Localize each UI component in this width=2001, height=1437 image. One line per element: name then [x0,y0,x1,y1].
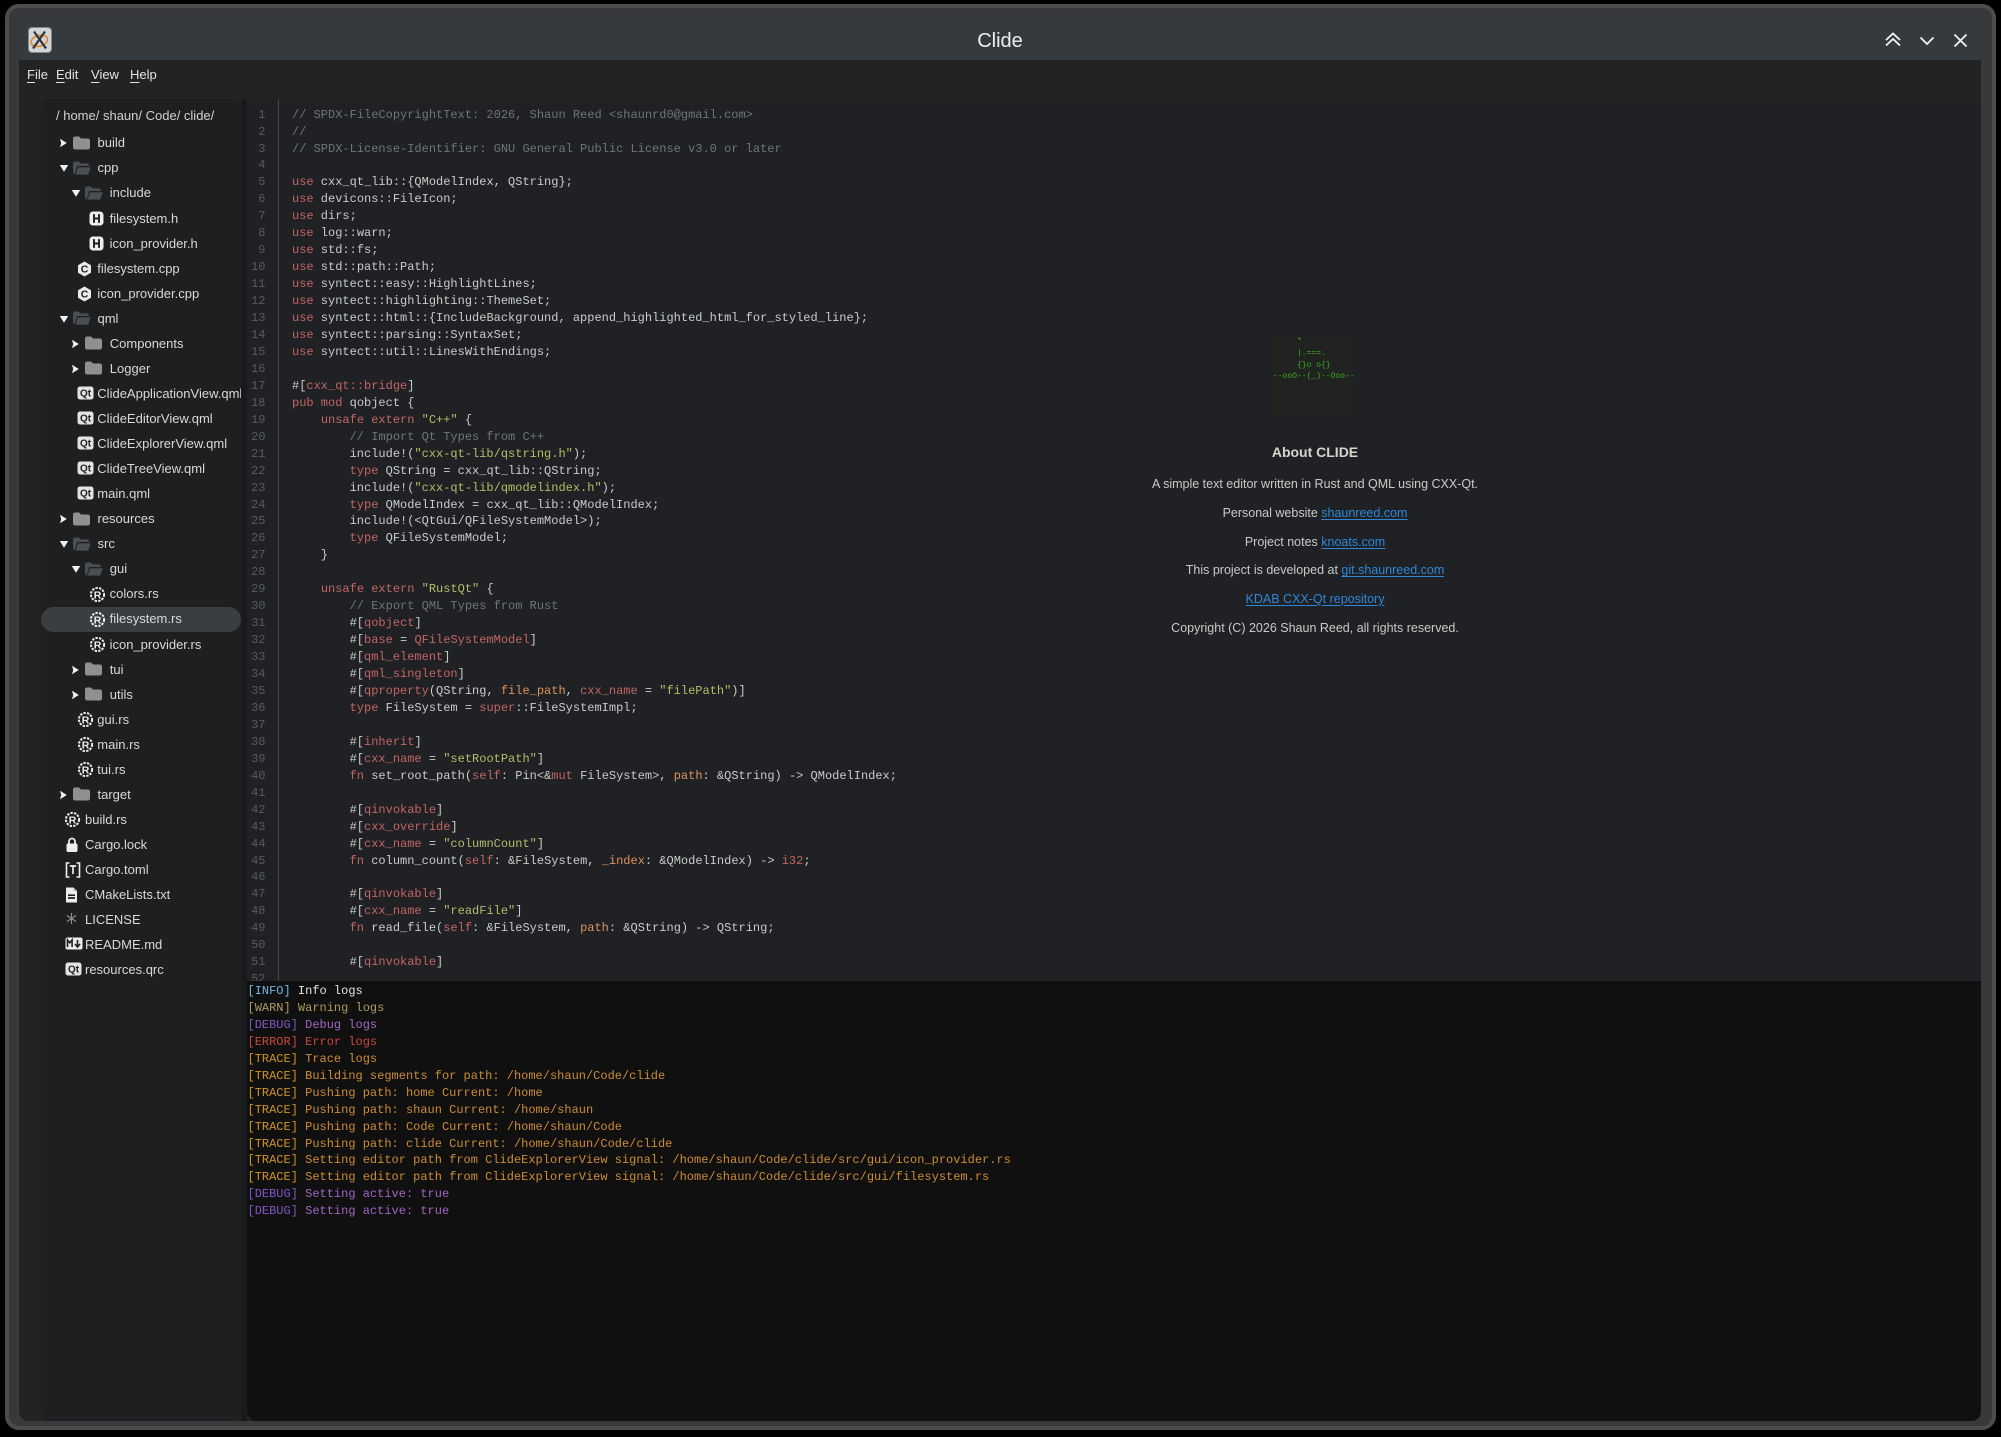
svg-text:Qt: Qt [80,389,92,400]
svg-text:R: R [94,589,102,601]
svg-text:R: R [81,765,89,777]
svg-text:Qt: Qt [80,489,92,500]
svg-text:C: C [81,288,89,300]
svg-text:Qt: Qt [80,439,92,450]
svg-text:Qt: Qt [80,464,92,475]
svg-text:R: R [81,739,89,751]
svg-text:Qt: Qt [80,414,92,425]
svg-text:R: R [94,614,102,626]
svg-text:R: R [81,714,89,726]
svg-text:Qt: Qt [68,965,80,976]
svg-text:C: C [81,263,89,275]
svg-text:R: R [94,639,102,651]
svg-text:R: R [69,815,77,827]
